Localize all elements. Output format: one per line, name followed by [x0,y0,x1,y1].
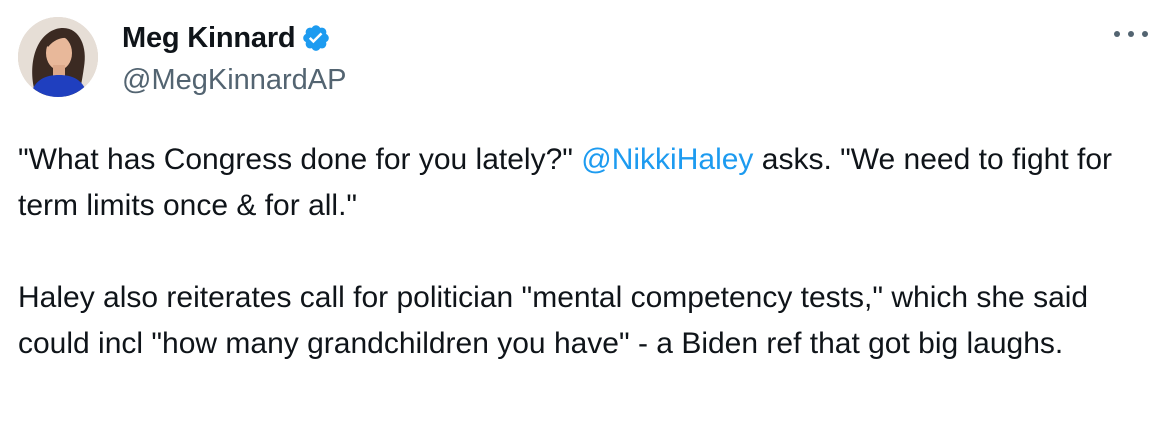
author-handle[interactable]: @MegKinnardAP [122,60,347,100]
tweet-header: Meg Kinnard @MegKinnardAP [122,18,347,100]
more-options-icon[interactable] [1114,24,1148,44]
name-row: Meg Kinnard [122,18,347,58]
tweet-text: "What has Congress done for you lately?"… [18,137,1148,367]
tweet-paragraph-2: Haley also reiterates call for politicia… [18,281,1089,360]
mention-link[interactable]: @NikkiHaley [581,143,753,176]
author-display-name[interactable]: Meg Kinnard [122,18,296,58]
tweet-text-segment: "What has Congress done for you lately?" [18,143,582,176]
tweet-card: Meg Kinnard @MegKinnardAP "What has Cong… [0,0,1170,432]
verified-badge-icon[interactable] [301,23,331,53]
avatar[interactable] [18,17,98,97]
tweet-paragraph-1: "What has Congress done for you lately?"… [18,137,1148,229]
dot [1142,31,1148,37]
dot [1128,31,1134,37]
avatar-photo [18,17,98,97]
dot [1114,31,1120,37]
